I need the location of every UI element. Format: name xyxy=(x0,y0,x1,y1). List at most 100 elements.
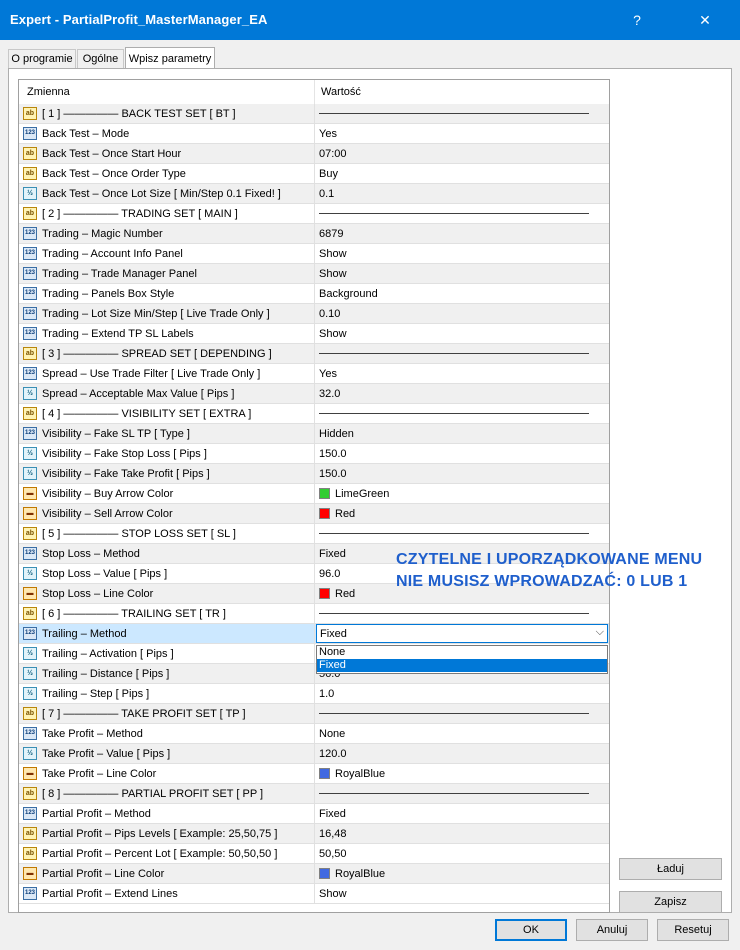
save-button[interactable]: Zapisz xyxy=(619,891,722,913)
grid-section-row[interactable]: ab [ 4 ] ————— VISIBILITY SET [ EXTRA ] xyxy=(19,404,609,424)
load-button[interactable]: Ładuj xyxy=(619,858,722,880)
grid-row[interactable]: 123 Back Test – Mode Yes xyxy=(19,124,609,144)
cancel-button[interactable]: Anuluj xyxy=(576,919,648,941)
param-value[interactable]: 96.0 xyxy=(319,568,340,580)
column-divider xyxy=(314,544,315,564)
grid-section-row[interactable]: ab [ 3 ] ————— SPREAD SET [ DEPENDING ] xyxy=(19,344,609,364)
double-param-icon: ½ xyxy=(23,667,37,680)
grid-row[interactable]: 123 Trading – Trade Manager Panel Show xyxy=(19,264,609,284)
param-value[interactable]: Fixed xyxy=(319,808,346,820)
column-divider xyxy=(314,744,315,764)
param-value[interactable]: 1.0 xyxy=(319,688,334,700)
param-value[interactable]: 150.0 xyxy=(319,448,347,460)
grid-row[interactable]: ab Partial Profit – Pips Levels [ Example… xyxy=(19,824,609,844)
param-value[interactable]: Yes xyxy=(319,128,337,140)
grid-row[interactable]: ½ Take Profit – Value [ Pips ] 120.0 xyxy=(19,744,609,764)
param-value[interactable]: Red xyxy=(335,588,355,600)
grid-row[interactable]: ▬ Partial Profit – Line Color RoyalBlue xyxy=(19,864,609,884)
grid-row[interactable]: ½ Spread – Acceptable Max Value [ Pips ] 3… xyxy=(19,384,609,404)
grid-row[interactable]: 123 Trading – Magic Number 6879 xyxy=(19,224,609,244)
column-divider xyxy=(314,80,315,104)
param-name: [ 1 ] ————— BACK TEST SET [ BT ] xyxy=(42,108,236,120)
column-divider xyxy=(314,684,315,704)
param-name: [ 4 ] ————— VISIBILITY SET [ EXTRA ] xyxy=(42,408,252,420)
grid-row[interactable]: ▬ Visibility – Sell Arrow Color Red xyxy=(19,504,609,524)
param-value[interactable]: RoyalBlue xyxy=(335,768,385,780)
tab-input-parameters[interactable]: Wpisz parametry xyxy=(125,47,215,69)
param-value[interactable]: 120.0 xyxy=(319,748,347,760)
grid-row[interactable]: 123 Partial Profit – Method Fixed xyxy=(19,804,609,824)
grid-row[interactable]: 123 Trailing – Method Fixed ⌵ xyxy=(19,624,609,644)
grid-section-row[interactable]: ab [ 5 ] ————— STOP LOSS SET [ SL ] xyxy=(19,524,609,544)
grid-row[interactable]: ▬ Take Profit – Line Color RoyalBlue xyxy=(19,764,609,784)
param-value[interactable]: LimeGreen xyxy=(335,488,389,500)
grid-section-row[interactable]: ab [ 6 ] ————— TRAILING SET [ TR ] xyxy=(19,604,609,624)
tab-about[interactable]: O programie xyxy=(8,49,76,68)
param-name: Visibility – Fake SL TP [ Type ] xyxy=(42,428,190,440)
grid-section-row[interactable]: ab [ 7 ] ————— TAKE PROFIT SET [ TP ] xyxy=(19,704,609,724)
param-value[interactable]: Buy xyxy=(319,168,338,180)
param-value[interactable]: Background xyxy=(319,288,378,300)
enum-param-icon: 123 xyxy=(23,127,37,140)
param-value[interactable]: Show xyxy=(319,248,347,260)
param-value[interactable]: 0.1 xyxy=(319,188,334,200)
grid-row[interactable]: ½ Back Test – Once Lot Size [ Min/Step 0.… xyxy=(19,184,609,204)
param-value[interactable]: Show xyxy=(319,328,347,340)
grid-row[interactable]: 123 Trading – Account Info Panel Show xyxy=(19,244,609,264)
grid-row[interactable]: 123 Spread – Use Trade Filter [ Live Trad… xyxy=(19,364,609,384)
param-value[interactable]: Hidden xyxy=(319,428,354,440)
dropdown-option[interactable]: Fixed xyxy=(317,659,607,672)
param-value[interactable]: Show xyxy=(319,268,347,280)
param-value[interactable]: 32.0 xyxy=(319,388,340,400)
grid-row[interactable]: 123 Visibility – Fake SL TP [ Type ] Hidde… xyxy=(19,424,609,444)
grid-row[interactable]: 123 Take Profit – Method None xyxy=(19,724,609,744)
chevron-down-icon[interactable]: ⌵ xyxy=(596,626,604,639)
ok-button[interactable]: OK xyxy=(495,919,567,941)
grid-section-row[interactable]: ab [ 2 ] ————— TRADING SET [ MAIN ] xyxy=(19,204,609,224)
grid-row[interactable]: ab Back Test – Once Order Type Buy xyxy=(19,164,609,184)
trailing-method-combobox[interactable]: Fixed ⌵ xyxy=(316,624,608,643)
param-value[interactable]: Show xyxy=(319,888,347,900)
color-param-icon: ▬ xyxy=(23,487,37,500)
grid-row[interactable]: ab Partial Profit – Percent Lot [ Example… xyxy=(19,844,609,864)
grid-section-row[interactable]: ab [ 1 ] ————— BACK TEST SET [ BT ] xyxy=(19,104,609,124)
param-value[interactable]: Red xyxy=(335,508,355,520)
help-button[interactable]: ? xyxy=(624,8,650,32)
param-value[interactable]: Yes xyxy=(319,368,337,380)
param-value[interactable]: 50,50 xyxy=(319,848,347,860)
param-value[interactable]: 150.0 xyxy=(319,468,347,480)
parameters-grid[interactable]: Zmienna Wartość ab [ 1 ] ————— BACK TEST … xyxy=(18,79,610,913)
grid-row[interactable]: 123 Trading – Extend TP SL Labels Show xyxy=(19,324,609,344)
column-divider xyxy=(314,484,315,504)
dropdown-option[interactable]: None xyxy=(317,646,607,659)
param-value[interactable]: None xyxy=(319,728,345,740)
color-swatch xyxy=(319,508,330,519)
column-divider xyxy=(314,404,315,424)
param-name: Stop Loss – Value [ Pips ] xyxy=(42,568,168,580)
param-value[interactable]: RoyalBlue xyxy=(335,868,385,880)
grid-row[interactable]: ▬ Visibility – Buy Arrow Color LimeGreen xyxy=(19,484,609,504)
param-value[interactable]: Fixed xyxy=(319,548,346,560)
enum-param-icon: 123 xyxy=(23,227,37,240)
grid-row[interactable]: 123 Trading – Panels Box Style Background xyxy=(19,284,609,304)
tab-general[interactable]: Ogólne xyxy=(77,49,124,68)
enum-param-icon: 123 xyxy=(23,887,37,900)
param-value[interactable]: 0.10 xyxy=(319,308,340,320)
grid-row[interactable]: ab Back Test – Once Start Hour 07:00 xyxy=(19,144,609,164)
grid-row[interactable]: 123 Trading – Lot Size Min/Step [ Live Tr… xyxy=(19,304,609,324)
grid-row[interactable]: ½ Visibility – Fake Take Profit [ Pips ] 1… xyxy=(19,464,609,484)
grid-row[interactable]: ½ Visibility – Fake Stop Loss [ Pips ] 150… xyxy=(19,444,609,464)
close-button[interactable]: ✕ xyxy=(692,8,718,32)
color-swatch xyxy=(319,488,330,499)
string-param-icon: ab xyxy=(23,707,37,720)
grid-row[interactable]: ½ Trailing – Step [ Pips ] 1.0 xyxy=(19,684,609,704)
grid-section-row[interactable]: ab [ 8 ] ————— PARTIAL PROFIT SET [ PP ] xyxy=(19,784,609,804)
param-value[interactable]: 07:00 xyxy=(319,148,347,160)
reset-button[interactable]: Resetuj xyxy=(657,919,729,941)
column-header-variable[interactable]: Zmienna xyxy=(27,86,70,98)
grid-row[interactable]: 123 Partial Profit – Extend Lines Show xyxy=(19,884,609,904)
column-header-value[interactable]: Wartość xyxy=(321,86,361,98)
param-value[interactable]: 6879 xyxy=(319,228,343,240)
trailing-method-dropdown-list[interactable]: None Fixed xyxy=(316,645,608,674)
param-value[interactable]: 16,48 xyxy=(319,828,347,840)
